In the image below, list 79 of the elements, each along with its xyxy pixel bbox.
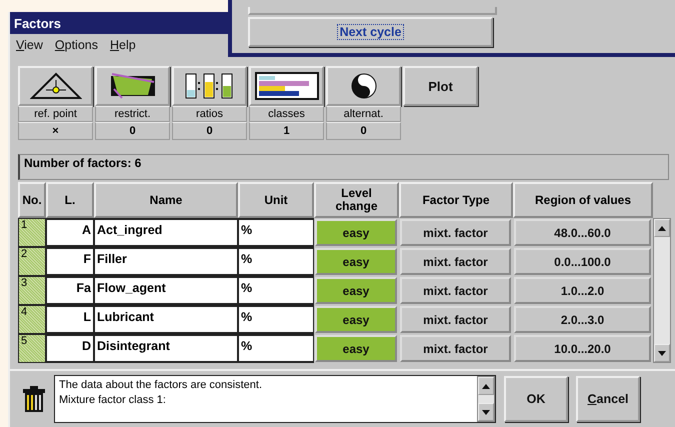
factor-type-button[interactable]: mixt. factor xyxy=(400,248,511,275)
table-cell: F xyxy=(46,247,94,276)
message-line: The data about the factors are consistent. xyxy=(59,378,264,393)
tool-count: 0 xyxy=(95,122,170,140)
table-cell: Filler xyxy=(94,247,238,276)
scroll-down-icon[interactable] xyxy=(482,410,490,414)
level-change-button[interactable]: easy xyxy=(315,335,397,362)
row-number: 4 xyxy=(18,305,46,334)
column-header: Region of values xyxy=(513,182,653,218)
row-number: 5 xyxy=(18,334,46,363)
tool-label: alternat. xyxy=(326,106,401,122)
table-cell: A xyxy=(46,218,94,247)
region-button[interactable]: 1.0...2.0 xyxy=(514,277,651,304)
yin-yang-icon xyxy=(350,72,378,100)
scrollbar[interactable] xyxy=(477,376,495,422)
row-number: 1 xyxy=(18,218,46,247)
tool-label: restrict. xyxy=(95,106,170,122)
level-change-button[interactable]: easy xyxy=(315,306,397,333)
scroll-down-icon[interactable] xyxy=(658,350,666,356)
polygon-icon xyxy=(110,73,156,99)
scrollbar[interactable] xyxy=(653,218,671,363)
triangle-target-icon xyxy=(30,72,82,100)
tool-count: 0 xyxy=(172,122,247,140)
column-header: No. xyxy=(18,182,46,218)
table-cell: Disintegrant xyxy=(94,334,238,363)
level-change-button[interactable]: easy xyxy=(315,277,397,304)
factor-type-button[interactable]: mixt. factor xyxy=(400,277,511,304)
tool-count: × xyxy=(18,122,93,140)
table-cell: D xyxy=(46,334,94,363)
tool-button[interactable] xyxy=(326,66,401,106)
menu-item[interactable]: Help xyxy=(110,38,136,54)
tool-count: 1 xyxy=(249,122,324,140)
region-button[interactable]: 48.0...60.0 xyxy=(514,219,651,246)
column-header: L. xyxy=(46,182,94,218)
tool-label: ratios xyxy=(172,106,247,122)
tool-button[interactable] xyxy=(249,66,324,106)
scroll-up-icon[interactable] xyxy=(658,226,666,230)
table-cell: % xyxy=(238,276,314,305)
column-header: Name xyxy=(94,182,238,218)
region-button[interactable]: 2.0...3.0 xyxy=(514,306,651,333)
ok-button[interactable]: OK xyxy=(504,376,568,422)
column-header: Level change xyxy=(314,182,399,218)
table-cell: Fa xyxy=(46,276,94,305)
tool-count: 0 xyxy=(326,122,401,140)
tool-label: classes xyxy=(249,106,324,122)
factor-type-button[interactable]: mixt. factor xyxy=(400,335,511,362)
tool-button[interactable] xyxy=(172,66,247,106)
level-change-button[interactable]: easy xyxy=(315,248,397,275)
table-cell: % xyxy=(238,305,314,334)
cancel-button[interactable]: Cancel xyxy=(576,376,640,422)
menu-item[interactable]: View xyxy=(16,38,43,54)
table-cell: % xyxy=(238,247,314,276)
scroll-up-icon[interactable] xyxy=(482,384,490,388)
bar-chart-icon xyxy=(254,72,318,100)
level-change-button[interactable]: easy xyxy=(315,219,397,246)
table-cell: Lubricant xyxy=(94,305,238,334)
table-cell: L xyxy=(46,305,94,334)
plot-button[interactable]: Plot xyxy=(403,66,478,106)
ratio-bars-icon xyxy=(184,72,236,100)
factor-type-button[interactable]: mixt. factor xyxy=(400,219,511,246)
row-number: 3 xyxy=(18,276,46,305)
table-cell: % xyxy=(238,218,314,247)
factor-count: Number of factors: 6 xyxy=(18,154,669,180)
table-cell: Flow_agent xyxy=(94,276,238,305)
message-line: Mixture factor class 1: xyxy=(59,393,167,408)
tool-button[interactable] xyxy=(18,66,93,106)
table-cell: Act_ingred xyxy=(94,218,238,247)
trash-can-icon[interactable] xyxy=(22,385,46,413)
next-cycle-button[interactable]: Next cycle xyxy=(248,17,493,47)
region-button[interactable]: 0.0...100.0 xyxy=(514,248,651,275)
menu-item[interactable]: Options xyxy=(54,38,98,54)
region-button[interactable]: 10.0...20.0 xyxy=(514,335,651,362)
column-header: Factor Type xyxy=(399,182,513,218)
factor-type-button[interactable]: mixt. factor xyxy=(400,306,511,333)
table-cell: % xyxy=(238,334,314,363)
row-number: 2 xyxy=(18,247,46,276)
column-header: Unit xyxy=(238,182,314,218)
tool-label: ref. point xyxy=(18,106,93,122)
tool-button[interactable] xyxy=(95,66,170,106)
